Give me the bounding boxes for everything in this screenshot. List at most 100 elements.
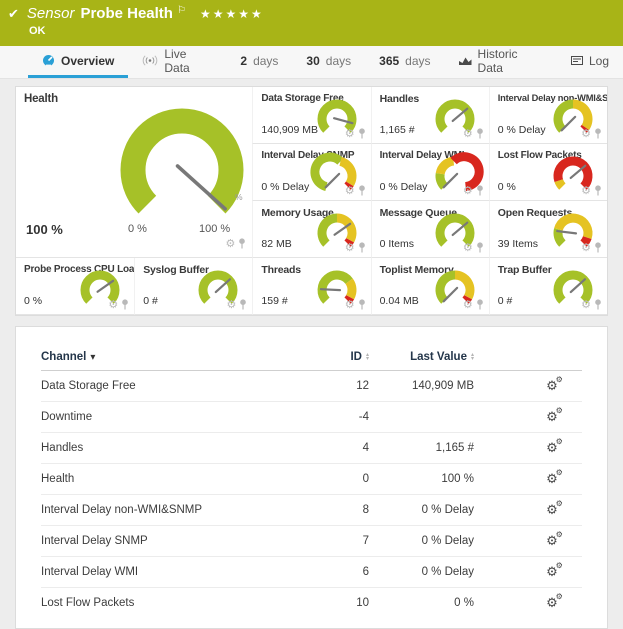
tab-historic-data[interactable]: Historic Data <box>445 46 557 78</box>
gauge-value: 39 Items <box>498 238 538 250</box>
gauge-panel: Lost Flow Packets 0 % ⚙ <box>489 144 607 201</box>
tab-365-days-number: 365 <box>379 54 399 68</box>
gear-icon[interactable]: ⚙ <box>581 243 591 253</box>
gauge-panel: Data Storage Free 140,909 MB ⚙ <box>252 87 370 144</box>
gear-icon[interactable]: ⚙ <box>463 300 473 310</box>
gauge-panel: Memory Usage 82 MB ⚙ <box>252 201 370 258</box>
priority-flag-icon[interactable]: ⚐ <box>177 5 186 16</box>
page-title: Probe Health <box>80 5 173 22</box>
tab-live-data-label: Live Data <box>164 47 212 75</box>
tab-overview[interactable]: Overview <box>28 46 128 78</box>
channel-settings-icon[interactable]: ⚙⚙ <box>546 471 558 487</box>
channel-settings-icon[interactable]: ⚙⚙ <box>546 533 558 549</box>
gauge-panel: Open Requests 39 Items ⚙ <box>489 201 607 258</box>
cell-last-value: 0 % Delay <box>369 495 474 526</box>
cell-spacer <box>474 526 522 557</box>
gauge-value: 159 # <box>261 295 287 307</box>
gear-icon[interactable]: ⚙ <box>581 186 591 196</box>
cell-id: 10 <box>309 588 369 619</box>
gear-icon[interactable]: ⚙ <box>581 129 591 139</box>
gauge-value: 1,165 # <box>380 124 415 136</box>
gauge-panel: Interval Delay WMI 0 % Delay ⚙ <box>371 144 489 201</box>
priority-stars[interactable]: ★★★★★ <box>200 7 264 21</box>
tab-2-days-number: 2 <box>240 54 247 68</box>
health-gauge-panel: Health % 0 % 100 % 100 % ⚙ <box>16 87 252 258</box>
gear-icon[interactable]: ⚙ <box>463 129 473 139</box>
status-ok-check-icon: ✔ <box>8 6 19 22</box>
tab-30-days[interactable]: 30 days <box>292 46 365 78</box>
gauge-panel: Trap Buffer 0 # ⚙ <box>489 258 607 315</box>
gear-icon[interactable]: ⚙ <box>345 186 355 196</box>
cell-spacer <box>474 402 522 433</box>
cell-channel: Data Storage Free <box>41 371 309 402</box>
pin-icon[interactable] <box>594 128 602 139</box>
gear-icon[interactable]: ⚙ <box>345 129 355 139</box>
gauge-title: Health <box>24 93 58 105</box>
gear-icon[interactable]: ⚙ <box>581 300 591 310</box>
pin-icon[interactable] <box>358 299 366 310</box>
pin-icon[interactable] <box>594 242 602 253</box>
pin-icon[interactable] <box>121 299 129 310</box>
log-list-icon <box>571 56 583 65</box>
tab-30-days-unit: days <box>326 54 351 68</box>
sensor-type-label: Sensor <box>27 5 75 22</box>
column-header-id-label: ID <box>350 351 362 363</box>
gauge-panel: Threads 159 # ⚙ <box>252 258 370 315</box>
gear-icon[interactable]: ⚙ <box>227 300 237 310</box>
table-header-row: Channel ▾ ID ▴▾ Last Value ▴▾ <box>41 347 582 371</box>
tab-2-days[interactable]: 2 days <box>226 46 292 78</box>
gauge-max-label: 100 % <box>199 223 230 235</box>
pin-icon[interactable] <box>358 242 366 253</box>
gear-icon[interactable]: ⚙ <box>463 243 473 253</box>
pin-icon[interactable] <box>476 128 484 139</box>
pin-icon[interactable] <box>476 242 484 253</box>
tab-log[interactable]: Log <box>557 46 623 78</box>
column-header-last-value[interactable]: Last Value ▴▾ <box>369 347 474 371</box>
pin-icon[interactable] <box>358 185 366 196</box>
column-header-spacer <box>474 347 522 371</box>
column-header-settings <box>522 347 582 371</box>
gauge-value: 0 # <box>498 295 513 307</box>
tab-log-label: Log <box>589 54 609 68</box>
gear-icon[interactable]: ⚙ <box>345 300 355 310</box>
cell-channel: Downtime <box>41 402 309 433</box>
cell-spacer <box>474 557 522 588</box>
cell-spacer <box>474 371 522 402</box>
pin-icon[interactable] <box>239 299 247 310</box>
pin-icon[interactable] <box>476 185 484 196</box>
column-header-id[interactable]: ID ▴▾ <box>309 347 369 371</box>
tab-overview-label: Overview <box>61 54 114 68</box>
gear-icon[interactable]: ⚙ <box>345 243 355 253</box>
channel-settings-icon[interactable]: ⚙⚙ <box>546 502 558 518</box>
pin-icon[interactable] <box>238 238 246 249</box>
pin-icon[interactable] <box>476 299 484 310</box>
channel-settings-icon[interactable]: ⚙⚙ <box>546 595 558 611</box>
tab-365-days[interactable]: 365 days <box>365 46 444 78</box>
cell-last-value: 140,909 MB <box>369 371 474 402</box>
channel-settings-icon[interactable]: ⚙⚙ <box>546 564 558 580</box>
gear-icon[interactable]: ⚙ <box>463 186 473 196</box>
cell-id: 8 <box>309 495 369 526</box>
cell-last-value: 1,165 # <box>369 433 474 464</box>
gear-icon[interactable]: ⚙ <box>108 300 118 310</box>
gauge-panel: Interval Delay non-WMI&SNMP 0 % Delay ⚙ <box>489 87 607 144</box>
gauge-icon <box>42 54 55 67</box>
channel-settings-icon[interactable]: ⚙⚙ <box>546 378 558 394</box>
tab-bar: Overview Live Data 2 days 30 days 365 da… <box>0 46 623 79</box>
gauge-unit-label: % <box>235 192 243 202</box>
column-header-channel[interactable]: Channel ▾ <box>41 347 309 371</box>
pin-icon[interactable] <box>594 299 602 310</box>
cell-id: 6 <box>309 557 369 588</box>
gear-icon[interactable]: ⚙ <box>226 239 236 249</box>
table-row: Health 0 100 % ⚙⚙ <box>41 464 582 495</box>
channel-settings-icon[interactable]: ⚙⚙ <box>546 409 558 425</box>
gauge-panel: Message Queue 0 Items ⚙ <box>371 201 489 258</box>
tab-live-data[interactable]: Live Data <box>128 46 226 78</box>
tab-30-days-number: 30 <box>306 54 319 68</box>
gauge-value: 140,909 MB <box>261 124 318 136</box>
pin-icon[interactable] <box>594 185 602 196</box>
channel-settings-icon[interactable]: ⚙⚙ <box>546 440 558 456</box>
cell-spacer <box>474 495 522 526</box>
gauge-panel: Interval Delay SNMP 0 % Delay ⚙ <box>252 144 370 201</box>
pin-icon[interactable] <box>358 128 366 139</box>
